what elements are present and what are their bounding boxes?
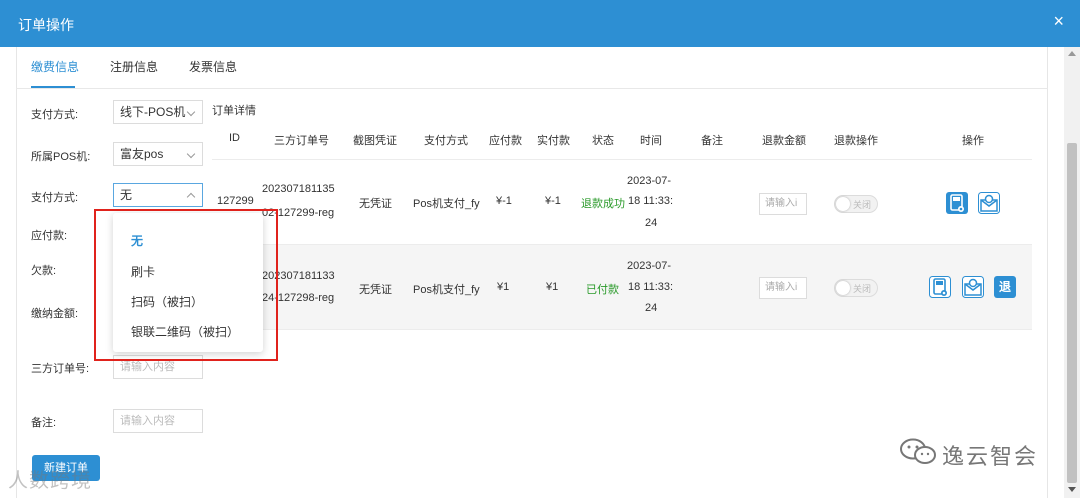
col-header-refund-amount: 退款金额 (762, 135, 806, 147)
row1-time-line1: 2023-07- (627, 175, 672, 187)
row2-method: Pos机支付_fy (413, 284, 480, 296)
toggle-knob (836, 197, 850, 211)
highlight-box (94, 209, 278, 361)
col-header-id: ID (229, 132, 240, 144)
row2-time-line1: 2023-07- (627, 260, 672, 272)
col-header-method: 支付方式 (424, 135, 468, 147)
row1-time-line2: 18 11:33: (628, 195, 674, 207)
col-header-third-order: 三方订单号 (274, 135, 329, 147)
scroll-down-arrow-icon[interactable] (1068, 487, 1076, 492)
tab-divider (16, 88, 1048, 89)
toggle-label: 关闭 (853, 200, 872, 210)
row1-proof: 无凭证 (359, 198, 392, 210)
dialog-title: 订单操作 (18, 17, 74, 33)
col-header-proof: 截图凭证 (353, 135, 397, 147)
pay-type-label: 支付方式: (31, 192, 79, 204)
dialog-header: 订单操作 × (0, 0, 1080, 47)
tab-payment-info[interactable]: 缴费信息 (31, 58, 79, 75)
chevron-down-icon (186, 107, 196, 117)
row1-paid: ¥-1 (545, 195, 561, 207)
chevron-down-icon (186, 149, 196, 159)
pay-method-value: 线下-POS机 (120, 105, 186, 119)
pos-terminal-icon[interactable] (946, 192, 968, 214)
pos-terminal-icon[interactable] (929, 276, 951, 298)
toggle-label: 关闭 (853, 284, 872, 294)
col-header-payable: 应付款 (489, 135, 522, 147)
pay-type-value: 无 (120, 188, 133, 202)
toggle-knob (836, 281, 850, 295)
row2-refund-toggle[interactable]: 关闭 (834, 279, 878, 297)
third-order-label: 三方订单号: (31, 363, 90, 375)
col-header-remark: 备注 (701, 135, 723, 147)
row1-status: 退款成功 (581, 198, 625, 210)
tab-invoice-info[interactable]: 发票信息 (189, 58, 237, 75)
row2-time-line2: 18 11:33: (628, 281, 674, 293)
order-dialog: 订单操作 × 缴费信息 注册信息 发票信息 支付方式: 线下-POS机 所属PO… (0, 0, 1080, 498)
col-header-time: 时间 (640, 135, 662, 147)
row1-refund-toggle[interactable]: 关闭 (834, 195, 878, 213)
row2-refund-amount-input[interactable]: 请输入i (759, 277, 807, 299)
wechat-icon (900, 438, 936, 464)
row2-proof: 无凭证 (359, 284, 392, 296)
remark-input[interactable]: 请输入内容 (113, 409, 203, 433)
row1-payable: ¥-1 (496, 195, 512, 207)
scrollbar-thumb[interactable] (1067, 143, 1077, 483)
col-header-actions: 操作 (962, 135, 984, 147)
pay-type-select[interactable]: 无 (113, 183, 203, 207)
pos-value: 富友pos (120, 147, 164, 161)
receipt-mail-icon[interactable] (962, 276, 984, 298)
row1-refund-amount-input[interactable]: 请输入i (759, 193, 807, 215)
pay-method-label: 支付方式: (31, 109, 79, 121)
pay-method-select[interactable]: 线下-POS机 (113, 100, 203, 124)
watermark-left: 人数跨境 (8, 470, 92, 492)
tab-registration-info[interactable]: 注册信息 (110, 58, 158, 75)
header-divider (212, 159, 1032, 160)
pos-select[interactable]: 富友pos (113, 142, 203, 166)
pay-amount-label: 缴纳金额: (31, 308, 79, 320)
row2-status: 已付款 (586, 284, 619, 296)
receipt-mail-icon[interactable] (978, 192, 1000, 214)
remark-label: 备注: (31, 417, 57, 429)
row-divider (212, 329, 1032, 330)
payable-label: 应付款: (31, 230, 68, 242)
row1-order-no-line1: 202307181135 (262, 183, 335, 195)
col-header-status: 状态 (592, 135, 614, 147)
col-header-paid: 实付款 (537, 135, 570, 147)
watermark-right-text: 逸云智会 (942, 444, 1039, 469)
order-details-title: 订单详情 (212, 105, 256, 117)
row2-payable: ¥1 (497, 281, 510, 293)
row2-time-line3: 24 (645, 302, 658, 314)
col-header-refund-action: 退款操作 (834, 135, 878, 147)
owed-label: 欠款: (31, 265, 57, 277)
scrollbar[interactable] (1064, 47, 1080, 498)
pos-label: 所属POS机: (31, 151, 91, 163)
scroll-up-arrow-icon[interactable] (1068, 51, 1076, 56)
row-highlight (212, 245, 1032, 329)
close-icon[interactable]: × (1053, 12, 1064, 30)
refund-button[interactable]: 退 (994, 276, 1016, 298)
row1-method: Pos机支付_fy (413, 198, 480, 210)
row1-time-line3: 24 (645, 217, 658, 229)
row1-id: 127299 (217, 195, 254, 207)
row2-paid: ¥1 (546, 281, 559, 293)
chevron-up-icon (186, 192, 196, 202)
